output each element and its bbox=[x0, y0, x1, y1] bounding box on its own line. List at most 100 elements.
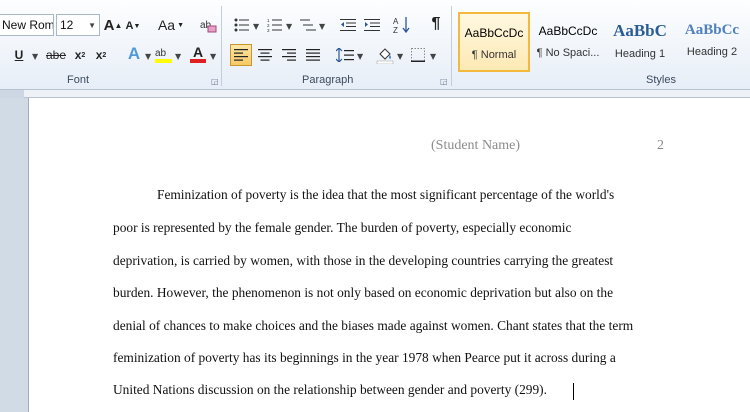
decrease-indent-button[interactable] bbox=[338, 14, 358, 36]
style-sample: AaBbCcDc bbox=[464, 26, 524, 40]
paragraph-dialog-launcher-icon[interactable]: ◲ bbox=[440, 77, 448, 86]
chevron-down-icon[interactable]: ▼ bbox=[319, 22, 325, 31]
justify-button[interactable] bbox=[302, 44, 324, 66]
ribbon: New Rom 12 ▼ A ▲ A ▼ Aa ▼ ab U ▼ abe x2 x2 A… bbox=[0, 0, 750, 90]
style-name: ¶ No Spaci... bbox=[536, 47, 600, 59]
shading-button[interactable] bbox=[374, 44, 396, 66]
show-formatting-button[interactable]: ¶ bbox=[426, 13, 446, 35]
chevron-down-icon[interactable]: ▼ bbox=[286, 22, 292, 31]
align-right-icon bbox=[282, 49, 296, 61]
svg-text:ab: ab bbox=[155, 48, 167, 59]
chevron-down-icon[interactable]: ▼ bbox=[253, 22, 259, 31]
font-color-swatch bbox=[190, 59, 206, 63]
strikethrough-button[interactable]: abe bbox=[44, 44, 68, 66]
underline-icon: U bbox=[14, 48, 24, 62]
font-name-field[interactable]: New Rom bbox=[0, 14, 54, 36]
paragraph-line: deprivation, is carried by women, with t… bbox=[113, 253, 614, 268]
chevron-down-icon[interactable]: ▼ bbox=[397, 52, 403, 61]
multilevel-list-icon bbox=[300, 19, 316, 31]
numbering-button[interactable]: 123 bbox=[265, 14, 285, 36]
paragraph-line: United Nations discussion on the relatio… bbox=[113, 382, 547, 397]
line-spacing-button[interactable] bbox=[334, 44, 356, 66]
bullet-list-icon bbox=[234, 18, 249, 32]
strikethrough-icon: abe bbox=[45, 48, 67, 62]
align-center-button[interactable] bbox=[254, 44, 276, 66]
style-sample: AaBbC bbox=[613, 21, 667, 40]
highlighter-icon: ab bbox=[155, 48, 172, 63]
chevron-down-icon[interactable]: ▼ bbox=[430, 52, 436, 61]
subscript-button[interactable]: x2 bbox=[71, 44, 89, 66]
clear-formatting-button[interactable]: ab bbox=[197, 14, 219, 36]
increase-indent-icon bbox=[364, 19, 380, 31]
highlight-button[interactable]: ab bbox=[154, 43, 174, 65]
text-effects-button[interactable]: A bbox=[124, 43, 144, 65]
justify-icon bbox=[306, 49, 320, 61]
underline-button[interactable]: U bbox=[10, 44, 28, 66]
bullets-button[interactable] bbox=[232, 14, 252, 36]
chevron-down-icon[interactable]: ▼ bbox=[357, 52, 363, 61]
line-spacing-icon bbox=[336, 48, 354, 62]
style-normal[interactable]: AaBbCcDc ¶ Normal bbox=[458, 12, 530, 72]
chevron-down-icon[interactable]: ▼ bbox=[175, 52, 181, 61]
style-sample: AaBbCc bbox=[684, 22, 740, 38]
superscript-button[interactable]: x2 bbox=[92, 44, 110, 66]
multilevel-list-button[interactable] bbox=[298, 14, 318, 36]
align-right-button[interactable] bbox=[278, 44, 300, 66]
subscript-icon: x bbox=[74, 48, 82, 62]
sort-icon: AZ bbox=[393, 17, 410, 34]
style-name: Heading 1 bbox=[614, 48, 666, 60]
style-name: ¶ Normal bbox=[471, 49, 517, 61]
group-label-bar: Font Paragraph Styles bbox=[0, 72, 750, 90]
text-cursor bbox=[573, 383, 574, 400]
svg-text:Z: Z bbox=[393, 26, 398, 34]
ruler bbox=[24, 90, 750, 98]
borders-button[interactable] bbox=[408, 44, 428, 66]
text-effects-icon: A bbox=[127, 44, 141, 63]
chevron-down-icon[interactable]: ▼ bbox=[145, 52, 151, 61]
align-left-button[interactable] bbox=[230, 44, 252, 66]
sort-button[interactable]: AZ bbox=[392, 14, 412, 36]
header-page-number: 2 bbox=[657, 138, 664, 153]
paragraph-line: Feminization of poverty is the idea that… bbox=[157, 187, 615, 202]
change-case-button[interactable]: Aa ▼ bbox=[156, 14, 186, 36]
font-group-label: Font bbox=[67, 74, 90, 86]
align-center-icon bbox=[258, 49, 272, 61]
font-color-icon: A bbox=[192, 44, 204, 60]
font-color-button[interactable]: A bbox=[188, 43, 208, 65]
increase-indent-button[interactable] bbox=[362, 14, 382, 36]
style-name: Heading 2 bbox=[686, 46, 738, 58]
shrink-font-button[interactable]: A ▼ bbox=[125, 16, 141, 36]
style-no-spacing[interactable]: AaBbCcDc ¶ No Spaci... bbox=[532, 12, 604, 72]
grow-font-button[interactable]: A ▲ bbox=[103, 14, 123, 36]
decrease-indent-icon bbox=[340, 19, 356, 31]
styles-group-label: Styles bbox=[646, 74, 676, 86]
style-heading-2[interactable]: AaBbCc Heading 2 bbox=[676, 12, 748, 72]
paint-bucket-icon bbox=[376, 48, 394, 64]
chevron-down-icon: ▼ bbox=[88, 21, 96, 30]
pilcrow-icon: ¶ bbox=[431, 15, 441, 32]
font-dialog-launcher-icon[interactable]: ◲ bbox=[211, 77, 219, 86]
chevron-down-icon[interactable]: ▼ bbox=[210, 52, 216, 61]
borders-icon bbox=[411, 48, 425, 62]
font-size-value: 12 bbox=[60, 18, 74, 32]
shrink-font-icon: A bbox=[125, 20, 134, 32]
paragraph-line: burden. However, the phenomenon is not o… bbox=[113, 285, 614, 300]
svg-text:3: 3 bbox=[267, 28, 270, 32]
font-name-value: New Rom bbox=[2, 18, 54, 32]
clear-formatting-icon: ab bbox=[200, 20, 217, 33]
grow-font-icon: A bbox=[103, 16, 115, 34]
style-sample: AaBbCcDc bbox=[538, 24, 598, 38]
font-size-field[interactable]: 12 ▼ bbox=[56, 14, 100, 36]
paragraph-line: denial of chances to make choices and th… bbox=[113, 318, 634, 333]
header-student-name: (Student Name) bbox=[431, 138, 521, 153]
numbered-list-icon: 123 bbox=[267, 18, 282, 32]
chevron-down-icon[interactable]: ▼ bbox=[32, 52, 38, 61]
change-case-icon: Aa bbox=[157, 17, 176, 33]
style-heading-1[interactable]: AaBbC Heading 1 bbox=[604, 12, 676, 72]
document-page[interactable]: (Student Name) 2 Feminization of poverty… bbox=[28, 98, 750, 412]
styles-gallery: AaBbCcDc ¶ Normal AaBbCcDc ¶ No Spaci...… bbox=[454, 6, 750, 72]
superscript-icon: x bbox=[95, 48, 103, 62]
paragraph-group-label: Paragraph bbox=[302, 74, 354, 86]
paragraph-line: feminization of poverty has its beginnin… bbox=[113, 350, 616, 365]
paragraph-line: poor is represented by the female gender… bbox=[113, 220, 572, 235]
